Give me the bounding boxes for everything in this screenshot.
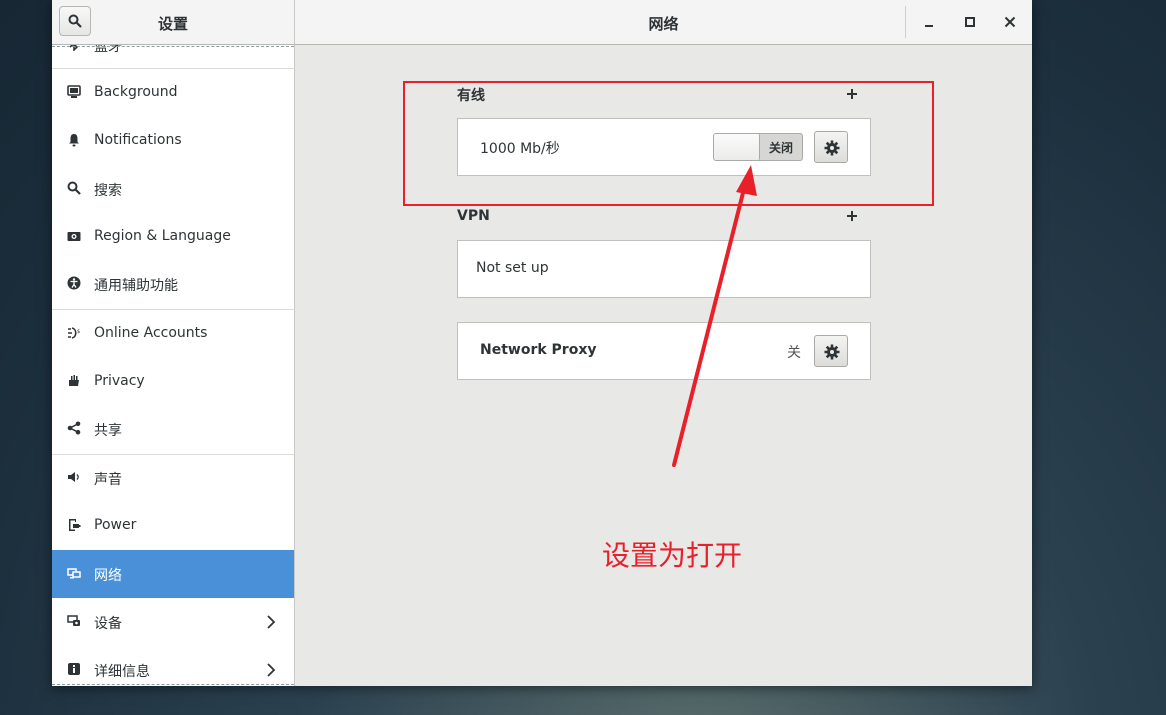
maximize-button[interactable]	[960, 12, 980, 32]
network-proxy-row[interactable]: Network Proxy 关	[457, 322, 871, 380]
sidebar-item-label: 设备	[94, 616, 122, 632]
gear-icon	[824, 344, 840, 360]
sidebar-item-label: 声音	[94, 472, 122, 488]
devices-icon	[67, 615, 80, 626]
annotation-highlight-box	[403, 81, 934, 206]
sidebar-item-devices[interactable]: 设备	[52, 598, 294, 646]
sidebar-item-label: Region & Language	[94, 228, 231, 244]
vpn-row: Not set up	[457, 240, 871, 298]
sidebar-item-sound[interactable]: 声音	[52, 454, 294, 502]
sidebar-item-label: Privacy	[94, 373, 145, 389]
speaker-icon	[68, 472, 79, 482]
sidebar-item-region-language[interactable]: Region & Language	[52, 213, 294, 261]
add-vpn-button[interactable]	[846, 206, 858, 227]
sidebar-item-label: 通用辅助功能	[94, 278, 178, 294]
sidebar-item-background[interactable]: Background	[52, 69, 294, 117]
close-button[interactable]	[1000, 12, 1020, 32]
sidebar-item-label: Online Accounts	[94, 325, 208, 341]
hand-icon	[69, 375, 79, 386]
share-icon	[67, 421, 81, 435]
chevron-right-icon	[267, 615, 276, 629]
header-bar: 设置 网络	[52, 0, 1032, 45]
proxy-settings-button[interactable]	[814, 335, 848, 367]
proxy-status: 关	[787, 345, 801, 361]
sidebar-item-network[interactable]: 网络	[52, 550, 294, 598]
maximize-icon	[965, 17, 975, 27]
sidebar-item-label: 共享	[94, 423, 122, 439]
sidebar-item-power[interactable]: Power	[52, 502, 294, 550]
accessibility-icon	[67, 276, 81, 290]
sidebar-item-label: Notifications	[94, 132, 182, 148]
svg-text:$: $	[77, 329, 80, 335]
minimize-icon	[925, 25, 933, 27]
monitor-icon	[67, 85, 81, 98]
annotation-text: 设置为打开	[602, 539, 743, 572]
sidebar-item-notifications[interactable]: Notifications	[52, 117, 294, 165]
camera-icon	[67, 232, 81, 241]
minimize-button[interactable]	[920, 12, 940, 32]
sidebar-item-label: Background	[94, 84, 178, 100]
network-icon	[67, 568, 81, 579]
sidebar-item-privacy[interactable]: Privacy	[52, 358, 294, 406]
proxy-label: Network Proxy	[480, 342, 597, 358]
sidebar-title: 设置	[157, 15, 188, 33]
sidebar-item-label: 搜索	[94, 183, 122, 199]
sidebar-item-details[interactable]: 详细信息	[52, 646, 294, 686]
sidebar-item-bluetooth[interactable]: 蓝牙	[52, 45, 294, 69]
header-separator	[905, 6, 906, 38]
search-icon	[67, 181, 81, 195]
close-icon	[1004, 16, 1016, 28]
bell-icon	[69, 134, 79, 147]
plus-icon	[847, 211, 857, 221]
vpn-section-title: VPN	[457, 208, 490, 224]
info-icon	[68, 663, 80, 675]
sidebar-item-label: Power	[94, 517, 137, 533]
scroll-edge-indicator	[52, 46, 294, 47]
sidebar-item-search[interactable]: 搜索	[52, 165, 294, 213]
power-icon	[69, 519, 81, 531]
sidebar-header: 设置	[52, 0, 295, 44]
sidebar-item-accessibility[interactable]: 通用辅助功能	[52, 260, 294, 308]
sidebar-item-online-accounts[interactable]: $ Online Accounts	[52, 310, 294, 358]
sidebar-item-sharing[interactable]: 共享	[52, 405, 294, 453]
chevron-right-icon	[267, 663, 276, 677]
vpn-status: Not set up	[476, 260, 549, 276]
sidebar-item-label: 详细信息	[94, 664, 150, 680]
sidebar: 蓝牙 Background Notifications 搜索 Region & …	[52, 45, 295, 686]
sidebar-item-label: 网络	[94, 568, 122, 584]
online-accounts-icon: $	[68, 327, 80, 339]
scroll-edge-indicator	[52, 684, 294, 685]
